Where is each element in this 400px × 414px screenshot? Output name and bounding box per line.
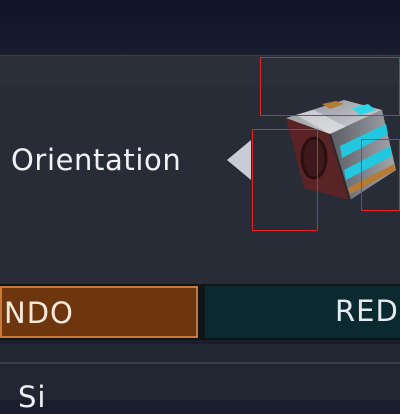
- divider: [0, 362, 400, 364]
- mode-tab-active[interactable]: NDO: [0, 286, 198, 338]
- highlight-box: [252, 129, 318, 231]
- mode-tab-inactive[interactable]: RED: [205, 286, 400, 338]
- mode-tab-label: NDO: [4, 296, 74, 330]
- top-bar: [0, 0, 400, 52]
- bottom-panel: [0, 344, 400, 400]
- orientation-label: Orientation: [11, 143, 182, 177]
- triangle-left-icon[interactable]: [227, 140, 251, 180]
- highlight-box: [361, 139, 400, 211]
- bottom-section-label: Si: [18, 380, 47, 414]
- mode-tab-label: RED: [335, 294, 399, 328]
- highlight-box: [260, 57, 400, 116]
